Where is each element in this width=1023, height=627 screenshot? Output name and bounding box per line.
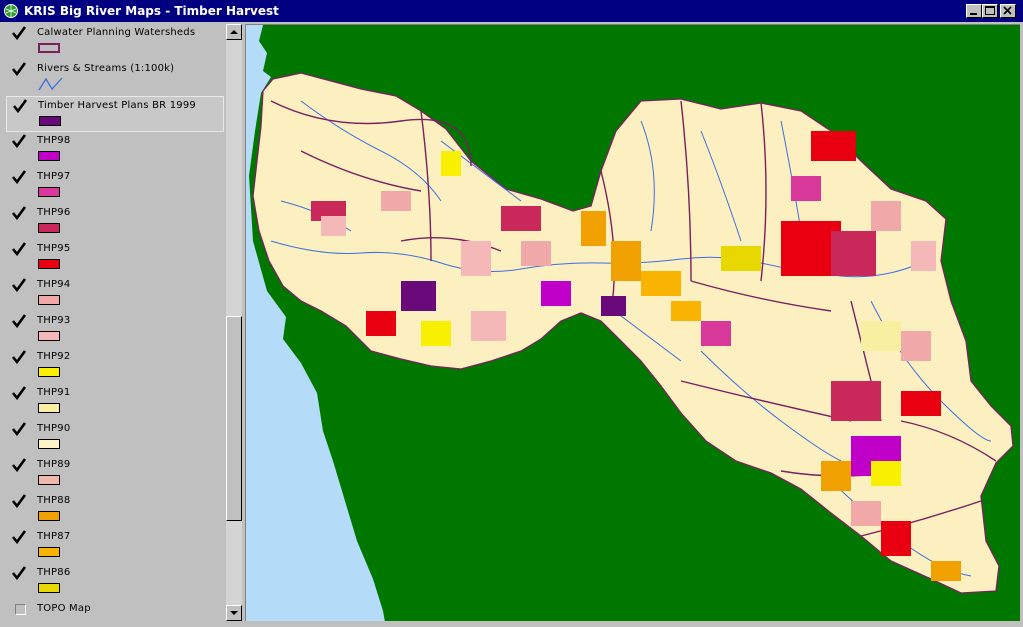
stream-line-icon (38, 77, 63, 91)
check-icon[interactable] (11, 169, 27, 185)
check-icon[interactable] (11, 349, 27, 365)
fill-swatch (38, 475, 60, 485)
layer-label: THP89 (37, 459, 71, 470)
fill-swatch (38, 259, 60, 269)
fill-swatch (38, 511, 60, 521)
layer-label: TOPO Map (37, 603, 91, 614)
fill-swatch (38, 547, 60, 557)
check-icon[interactable] (11, 493, 27, 509)
fill-swatch (38, 367, 60, 377)
maximize-icon (985, 6, 995, 15)
layer-thp-br-1999[interactable]: Timber Harvest Plans BR 1999 (6, 96, 224, 132)
layer-label: Rivers & Streams (1:100k) (37, 63, 175, 74)
layer-thp98[interactable]: THP98 (6, 132, 224, 168)
minimize-icon (970, 13, 977, 15)
fill-swatch (38, 295, 60, 305)
globe-icon (4, 4, 18, 18)
layer-label: THP95 (37, 243, 71, 254)
layer-thp87[interactable]: THP87 (6, 528, 224, 564)
layer-thp92[interactable]: THP92 (6, 348, 224, 384)
legend-scrollbar[interactable] (226, 24, 242, 621)
map-canvas[interactable] (246, 25, 1020, 621)
arrow-down-icon (230, 611, 238, 615)
fill-swatch (38, 403, 60, 413)
check-icon[interactable] (11, 313, 27, 329)
fill-swatch (39, 116, 61, 126)
layer-label: THP96 (37, 207, 71, 218)
layer-thp86[interactable]: THP86 (6, 564, 224, 600)
app-window: KRIS Big River Maps - Timber Harvest Cal… (0, 0, 1023, 627)
scroll-up-button[interactable] (226, 24, 242, 40)
check-icon[interactable] (11, 385, 27, 401)
arrow-up-icon (230, 30, 238, 34)
window-title: KRIS Big River Maps - Timber Harvest (24, 4, 279, 18)
layer-thp96[interactable]: THP96 (6, 204, 224, 240)
close-button[interactable] (1000, 4, 1016, 18)
fill-swatch (38, 151, 60, 161)
unchecked-checkbox[interactable] (15, 604, 26, 615)
maximize-button[interactable] (982, 4, 998, 18)
close-icon (1003, 6, 1012, 15)
map-view[interactable] (245, 24, 1020, 621)
check-icon[interactable] (11, 529, 27, 545)
check-icon[interactable] (12, 98, 28, 114)
check-icon[interactable] (11, 565, 27, 581)
fill-swatch (38, 583, 60, 593)
layer-thp97[interactable]: THP97 (6, 168, 224, 204)
fill-swatch (38, 331, 60, 341)
layer-label: Calwater Planning Watersheds (37, 27, 196, 38)
check-icon[interactable] (11, 457, 27, 473)
fill-swatch (38, 439, 60, 449)
layer-thp91[interactable]: THP91 (6, 384, 224, 420)
check-icon[interactable] (11, 277, 27, 293)
layer-label: THP98 (37, 135, 71, 146)
scroll-thumb[interactable] (226, 316, 242, 521)
layer-label: THP86 (37, 567, 71, 578)
title-bar[interactable]: KRIS Big River Maps - Timber Harvest (0, 0, 1023, 22)
check-icon[interactable] (11, 241, 27, 257)
layer-label: THP94 (37, 279, 71, 290)
layer-label: THP87 (37, 531, 71, 542)
legend-panel: Calwater Planning Watersheds Rivers & St… (6, 24, 224, 621)
layer-thp88[interactable]: THP88 (6, 492, 224, 528)
layer-topo-map[interactable]: TOPO Map (6, 600, 224, 621)
layer-thp89[interactable]: THP89 (6, 456, 224, 492)
layer-thp93[interactable]: THP93 (6, 312, 224, 348)
check-icon[interactable] (11, 133, 27, 149)
scroll-down-button[interactable] (226, 605, 242, 621)
layer-label: THP97 (37, 171, 71, 182)
layer-thp94[interactable]: THP94 (6, 276, 224, 312)
polygon-outline-swatch (38, 43, 60, 53)
check-icon[interactable] (11, 25, 27, 41)
layer-label: THP92 (37, 351, 71, 362)
layer-calwater-watersheds[interactable]: Calwater Planning Watersheds (6, 24, 224, 60)
layer-label: THP91 (37, 387, 71, 398)
layer-label: THP90 (37, 423, 71, 434)
check-icon[interactable] (11, 205, 27, 221)
fill-swatch (38, 223, 60, 233)
layer-label: Timber Harvest Plans BR 1999 (38, 100, 196, 111)
layer-thp95[interactable]: THP95 (6, 240, 224, 276)
fill-swatch (38, 187, 60, 197)
minimize-button[interactable] (966, 4, 982, 18)
layer-label: THP88 (37, 495, 71, 506)
layer-rivers-streams[interactable]: Rivers & Streams (1:100k) (6, 60, 224, 96)
check-icon[interactable] (11, 421, 27, 437)
layer-thp90[interactable]: THP90 (6, 420, 224, 456)
check-icon[interactable] (11, 61, 27, 77)
layer-label: THP93 (37, 315, 71, 326)
